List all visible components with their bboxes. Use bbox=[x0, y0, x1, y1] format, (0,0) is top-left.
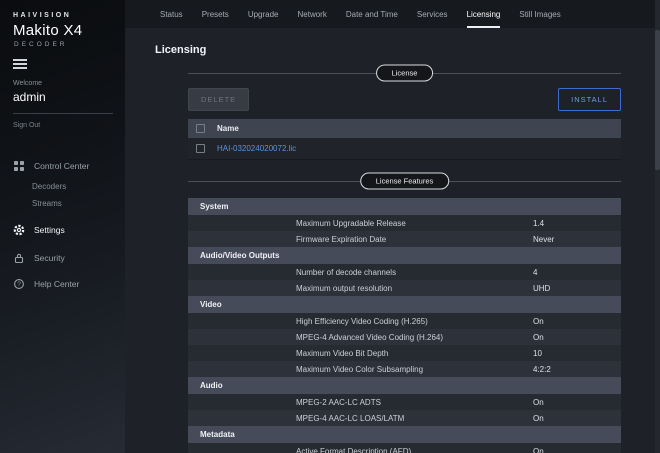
top-navigation: Status Presets Upgrade Network Date and … bbox=[125, 0, 660, 28]
feature-label: MPEG-2 AAC-LC ADTS bbox=[296, 398, 533, 407]
svg-text:?: ? bbox=[17, 281, 21, 288]
username: admin bbox=[13, 90, 125, 104]
feature-row: High Efficiency Video Coding (H.265) On bbox=[188, 313, 621, 329]
feature-row: Number of decode channels 4 bbox=[188, 264, 621, 280]
sidebar-item-label: Decoders bbox=[32, 182, 66, 191]
feature-value: 10 bbox=[533, 349, 542, 358]
sidebar-item-control-center[interactable]: Control Center bbox=[0, 154, 125, 178]
scrollbar-track bbox=[655, 0, 660, 453]
hamburger-menu-icon[interactable] bbox=[13, 59, 27, 69]
feature-value: 4 bbox=[533, 268, 537, 277]
section-header-metadata: Metadata bbox=[188, 426, 621, 443]
feature-row: MPEG-4 Advanced Video Coding (H.264) On bbox=[188, 329, 621, 345]
tab-presets[interactable]: Presets bbox=[202, 0, 229, 28]
feature-label: High Efficiency Video Coding (H.265) bbox=[296, 317, 533, 326]
tab-services[interactable]: Services bbox=[417, 0, 448, 28]
sidebar-item-label: Help Center bbox=[34, 279, 79, 289]
tab-status[interactable]: Status bbox=[160, 0, 183, 28]
feature-row: Maximum Video Color Subsampling 4:2:2 bbox=[188, 361, 621, 377]
feature-label: Firmware Expiration Date bbox=[296, 235, 533, 244]
license-file-link[interactable]: HAI-032024020072.lic bbox=[217, 144, 296, 153]
help-icon: ? bbox=[13, 278, 25, 290]
gear-icon bbox=[13, 224, 25, 236]
license-features-divider: License Features bbox=[188, 172, 621, 190]
page-title: Licensing bbox=[155, 44, 621, 56]
feature-value: 1.4 bbox=[533, 219, 544, 228]
install-button[interactable]: INSTALL bbox=[558, 88, 621, 111]
feature-value: On bbox=[533, 333, 544, 342]
tab-still-images[interactable]: Still Images bbox=[519, 0, 560, 28]
section-header-video: Video bbox=[188, 296, 621, 313]
feature-row: MPEG-2 AAC-LC ADTS On bbox=[188, 394, 621, 410]
feature-row: Maximum output resolution UHD bbox=[188, 280, 621, 296]
feature-row: Maximum Upgradable Release 1.4 bbox=[188, 215, 621, 231]
feature-value: On bbox=[533, 398, 544, 407]
device-type: DECODER bbox=[14, 41, 125, 48]
tab-network[interactable]: Network bbox=[298, 0, 327, 28]
sidebar-item-label: Control Center bbox=[34, 161, 89, 171]
sidebar: HAIVISION Makito X4 DECODER Welcome admi… bbox=[0, 0, 125, 453]
feature-label: Maximum Upgradable Release bbox=[296, 219, 533, 228]
sidebar-nav: Control Center Decoders Streams Settings bbox=[0, 154, 125, 296]
license-features-pill: License Features bbox=[360, 173, 450, 190]
tab-upgrade[interactable]: Upgrade bbox=[248, 0, 279, 28]
sidebar-item-decoders[interactable]: Decoders bbox=[0, 178, 125, 195]
sign-out-link[interactable]: Sign Out bbox=[13, 122, 40, 129]
license-pill: License bbox=[376, 65, 434, 82]
welcome-label: Welcome bbox=[13, 80, 125, 87]
feature-label: Number of decode channels bbox=[296, 268, 533, 277]
product-name: Makito X4 bbox=[13, 22, 125, 39]
main-content: Licensing License DELETE INSTALL Name HA… bbox=[125, 28, 660, 453]
license-actions: DELETE INSTALL bbox=[188, 88, 621, 111]
sidebar-item-label: Streams bbox=[32, 199, 62, 208]
feature-row: Active Format Description (AFD) On bbox=[188, 443, 621, 453]
scrollbar-thumb[interactable] bbox=[655, 30, 660, 170]
sidebar-item-label: Settings bbox=[34, 225, 65, 235]
feature-value: On bbox=[533, 317, 544, 326]
feature-label: Active Format Description (AFD) bbox=[296, 447, 533, 453]
sidebar-item-security[interactable]: Security bbox=[0, 246, 125, 270]
sidebar-item-help-center[interactable]: ? Help Center bbox=[0, 272, 125, 296]
sidebar-item-streams[interactable]: Streams bbox=[0, 195, 125, 212]
feature-label: Maximum Video Bit Depth bbox=[296, 349, 533, 358]
tab-licensing[interactable]: Licensing bbox=[467, 0, 501, 28]
license-features-table: System Maximum Upgradable Release 1.4 Fi… bbox=[188, 198, 621, 453]
table-row: HAI-032024020072.lic bbox=[188, 138, 621, 160]
feature-row: Firmware Expiration Date Never bbox=[188, 231, 621, 247]
feature-label: MPEG-4 AAC-LC LOAS/LATM bbox=[296, 414, 533, 423]
tab-date-and-time[interactable]: Date and Time bbox=[346, 0, 398, 28]
section-header-audio-video-outputs: Audio/Video Outputs bbox=[188, 247, 621, 264]
row-checkbox[interactable] bbox=[196, 144, 205, 153]
feature-value: On bbox=[533, 414, 544, 423]
license-table-header: Name bbox=[188, 119, 621, 138]
license-table: Name HAI-032024020072.lic bbox=[188, 119, 621, 160]
sidebar-item-settings[interactable]: Settings bbox=[0, 218, 125, 242]
feature-label: MPEG-4 Advanced Video Coding (H.264) bbox=[296, 333, 533, 342]
feature-value: On bbox=[533, 447, 544, 453]
license-divider: License bbox=[188, 64, 621, 82]
sidebar-item-label: Security bbox=[34, 253, 65, 263]
feature-label: Maximum Video Color Subsampling bbox=[296, 365, 533, 374]
control-center-icon bbox=[13, 160, 25, 172]
feature-value: UHD bbox=[533, 284, 550, 293]
delete-button[interactable]: DELETE bbox=[188, 88, 249, 111]
select-all-checkbox[interactable] bbox=[196, 124, 205, 133]
feature-label: Maximum output resolution bbox=[296, 284, 533, 293]
lock-icon bbox=[13, 252, 25, 264]
brand-logo: HAIVISION bbox=[13, 12, 125, 19]
section-header-audio: Audio bbox=[188, 377, 621, 394]
feature-row: Maximum Video Bit Depth 10 bbox=[188, 345, 621, 361]
section-header-system: System bbox=[188, 198, 621, 215]
name-column-header: Name bbox=[217, 124, 239, 133]
sidebar-divider bbox=[13, 113, 113, 114]
feature-value: Never bbox=[533, 235, 554, 244]
feature-value: 4:2:2 bbox=[533, 365, 551, 374]
feature-row: MPEG-4 AAC-LC LOAS/LATM On bbox=[188, 410, 621, 426]
